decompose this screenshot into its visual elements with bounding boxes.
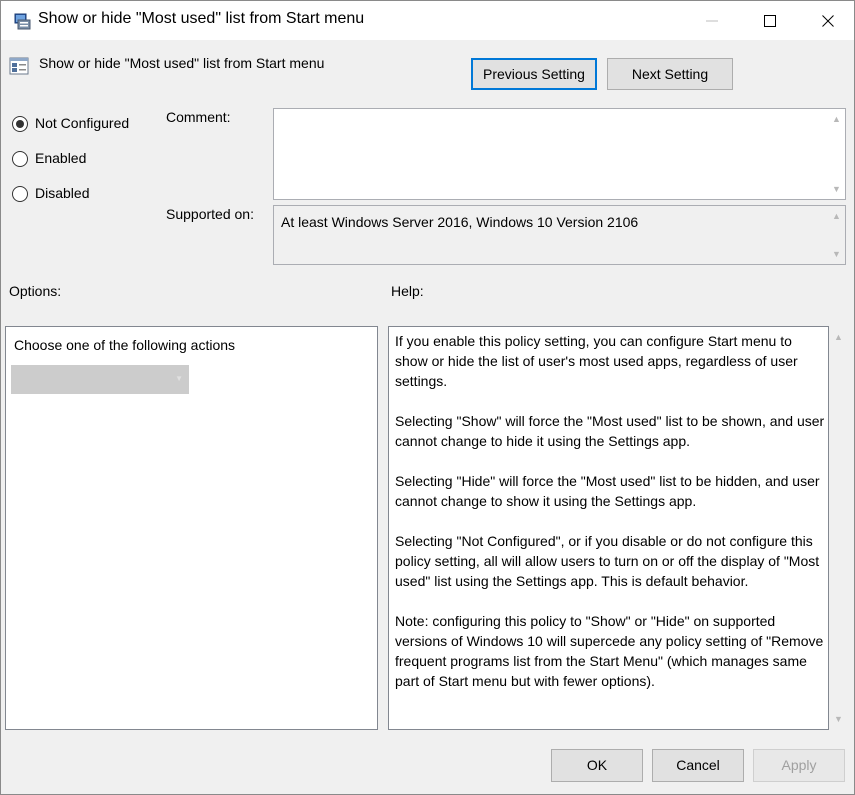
options-label: Options: <box>9 283 62 299</box>
radio-indicator-checked[interactable] <box>12 116 28 132</box>
radio-label: Enabled <box>35 150 87 166</box>
options-caption: Choose one of the following actions <box>14 337 236 353</box>
policy-name: Show or hide "Most used" list from Start… <box>39 55 325 71</box>
next-setting-button[interactable]: Next Setting <box>607 58 733 90</box>
chevron-up-icon[interactable]: ▲ <box>832 114 841 124</box>
radio-label: Disabled <box>35 185 90 201</box>
help-paragraph: Selecting "Hide" will force the "Most us… <box>395 473 820 509</box>
chevron-down-icon[interactable]: ▼ <box>832 249 841 259</box>
radio-indicator[interactable] <box>12 186 28 202</box>
supported-on-label: Supported on: <box>166 206 254 222</box>
comment-scrollbar[interactable]: ▲ ▼ <box>828 109 845 199</box>
supported-on-value: At least Windows Server 2016, Windows 10… <box>281 214 639 230</box>
supported-on-field: At least Windows Server 2016, Windows 10… <box>273 205 846 265</box>
cancel-button[interactable]: Cancel <box>652 749 744 782</box>
minimize-button[interactable] <box>684 1 742 41</box>
chevron-up-icon[interactable]: ▲ <box>832 211 841 221</box>
help-panel: If you enable this policy setting, you c… <box>388 326 829 730</box>
help-text: If you enable this policy setting, you c… <box>395 331 827 711</box>
help-paragraph: If you enable this policy setting, you c… <box>395 333 798 389</box>
chevron-up-icon[interactable]: ▲ <box>834 332 843 342</box>
options-panel: Choose one of the following actions ▼ <box>5 326 378 730</box>
chevron-down-icon: ▼ <box>175 374 183 383</box>
help-paragraph: Selecting "Not Configured", or if you di… <box>395 533 820 589</box>
previous-setting-button[interactable]: Previous Setting <box>471 58 597 90</box>
help-paragraph: Selecting "Show" will force the "Most us… <box>395 413 825 449</box>
policy-setting-icon <box>9 56 29 76</box>
close-button[interactable] <box>800 1 855 41</box>
maximize-icon <box>764 15 776 27</box>
supported-scrollbar[interactable]: ▲ ▼ <box>828 206 845 264</box>
help-label: Help: <box>391 283 424 299</box>
chevron-down-icon[interactable]: ▼ <box>834 714 843 724</box>
ok-button[interactable]: OK <box>551 749 643 782</box>
policy-app-icon <box>13 12 31 30</box>
close-icon <box>822 15 834 27</box>
title-bar: Show or hide "Most used" list from Start… <box>0 0 855 40</box>
radio-indicator[interactable] <box>12 151 28 167</box>
maximize-button[interactable] <box>742 1 800 41</box>
window-title: Show or hide "Most used" list from Start… <box>38 10 365 27</box>
comment-label: Comment: <box>166 109 231 125</box>
minimize-icon <box>706 20 718 22</box>
radio-label: Not Configured <box>35 115 130 131</box>
help-scrollbar[interactable]: ▲ ▼ <box>830 326 847 730</box>
comment-textarea[interactable]: ▲ ▼ <box>273 108 846 200</box>
chevron-down-icon[interactable]: ▼ <box>832 184 841 194</box>
apply-button[interactable]: Apply <box>753 749 845 782</box>
help-paragraph: Note: configuring this policy to "Show" … <box>395 613 824 689</box>
action-dropdown[interactable]: ▼ <box>11 365 189 394</box>
